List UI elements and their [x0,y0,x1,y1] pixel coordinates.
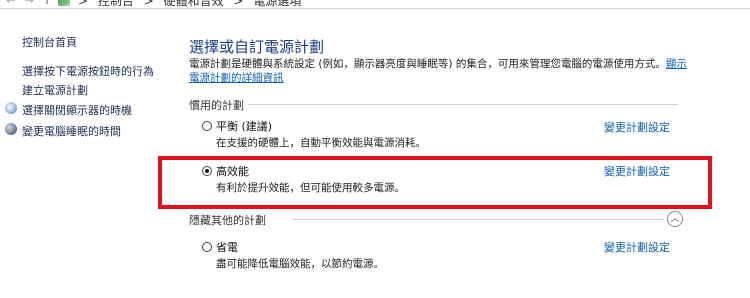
hidden-plans-header: 隱藏其他的計劃 [189,214,266,227]
plan-power-saver-name[interactable]: 省電 [216,239,238,255]
section-divider [248,104,678,105]
plan-power-saver-desc: 盡可能降低電腦效能，以節約電源。 [216,258,384,270]
highlight-annotation-box [158,156,712,209]
preferred-plans-header: 慣用的計劃 [189,99,244,112]
plan-power-saver-radio[interactable] [202,242,212,252]
plan-balanced-radio[interactable] [202,121,212,131]
sidebar-item-sleep-time[interactable]: 變更電腦睡眠的時間 [22,123,121,139]
plan-balanced-change-settings-link[interactable]: 變更計劃設定 [604,119,670,135]
sidebar-item-control-panel-home[interactable]: 控制台首頁 [22,34,77,50]
plan-balanced-desc: 在支援的硬體上，自動平衡效能與電源消耗。 [216,137,426,149]
sidebar-item-display-off-time[interactable]: 選擇關閉顯示器的時機 [22,102,132,118]
breadcrumb-hardware-sound[interactable]: 硬體和音效 [164,0,224,8]
sleep-moon-icon [5,123,17,135]
page-title: 選擇或自訂電源計劃 [189,38,325,56]
sidebar-item-create-power-plan[interactable]: 建立電源計劃 [22,82,88,98]
collapse-chevron-up-icon[interactable]: ︿ [667,211,683,227]
breadcrumb-power-options[interactable]: 電源選項 [253,0,301,8]
sidebar: 控制台首頁 選擇按下電源按鈕時的行為 建立電源計劃 選擇關閉顯示器的時機 變更電… [0,0,170,298]
display-power-icon [5,102,17,114]
plan-power-saver-change-settings-link[interactable]: 變更計劃設定 [604,239,670,255]
page-description: 電源計劃是硬體與系統設定 (例如，顯示器亮度與睡眠等) 的集合，可用來管理您電腦… [189,57,689,85]
breadcrumb-separator: > [233,0,244,8]
section-divider [292,219,664,220]
sidebar-item-power-button-behavior[interactable]: 選擇按下電源按鈕時的行為 [22,63,154,79]
plan-balanced-name[interactable]: 平衡 (建議) [216,118,272,134]
description-text: 電源計劃是硬體與系統設定 (例如，顯示器亮度與睡眠等) 的集合，可用來管理您電腦… [189,58,666,70]
